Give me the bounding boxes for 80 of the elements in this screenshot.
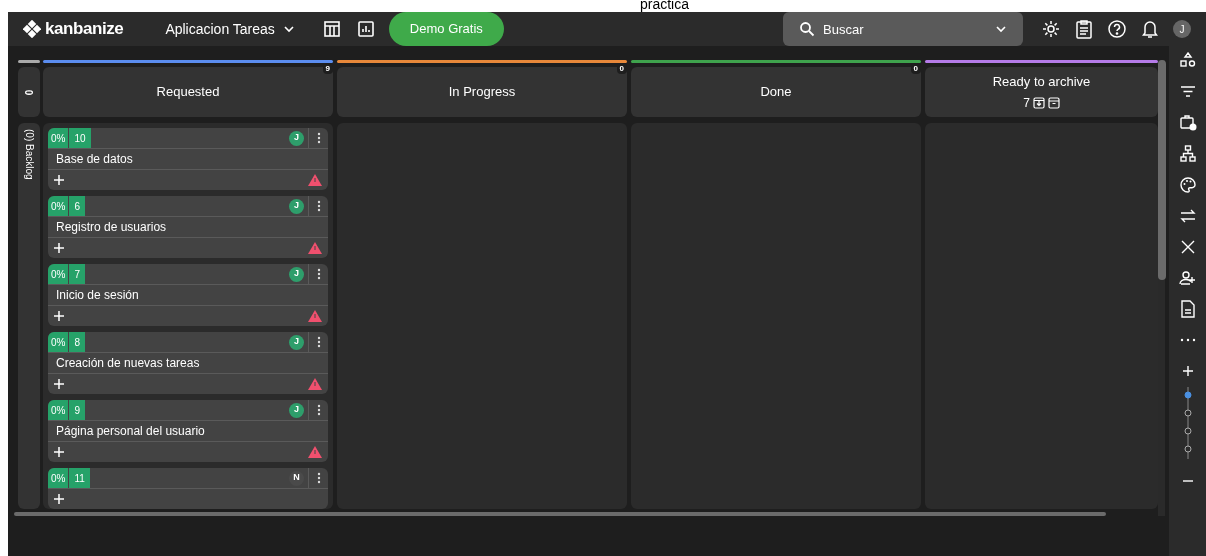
add-icon[interactable]	[54, 243, 64, 253]
card-title: Creación de nuevas tareas	[56, 355, 200, 372]
card-title: Inicio de sesión	[56, 287, 139, 304]
briefcase-clock-icon[interactable]	[1178, 114, 1197, 132]
backlog-count: 0	[22, 89, 36, 95]
column-title: Ready to archive	[992, 73, 1091, 92]
hierarchy-icon[interactable]	[1178, 145, 1197, 163]
more-icon[interactable]	[316, 200, 321, 212]
card-id: 10	[69, 128, 91, 148]
caret-icon	[282, 23, 295, 35]
progress-label: 0%	[48, 128, 70, 148]
progress-label: 0%	[48, 196, 70, 216]
card-id: 6	[69, 196, 85, 216]
card-id: 11	[69, 468, 90, 488]
task-card[interactable]: 0% 6 J Registro de usuarios	[48, 196, 328, 258]
assignee-avatar: N	[289, 470, 304, 486]
more-icon[interactable]	[316, 132, 321, 144]
add-user-icon[interactable]	[1178, 269, 1197, 287]
more-icon[interactable]	[316, 472, 321, 484]
progress-label: 0%	[48, 264, 70, 284]
add-icon[interactable]	[54, 494, 64, 504]
card-count: 0	[910, 63, 921, 74]
task-card[interactable]: 0% 7 J Inicio de sesión	[48, 264, 328, 326]
add-icon[interactable]	[54, 175, 64, 185]
task-card[interactable]: 0% 9 J Página personal del usuario	[48, 400, 328, 462]
assignee-avatar: J	[289, 402, 304, 418]
card-count: 0	[616, 63, 627, 74]
assignee-avatar: J	[289, 266, 304, 282]
assignee-avatar: J	[289, 334, 304, 350]
column-title: In Progress	[448, 83, 516, 102]
shapes-icon[interactable]	[1178, 52, 1197, 70]
progress-label: 0%	[48, 468, 70, 488]
help-icon[interactable]	[1107, 19, 1127, 39]
progress-label: 0%	[48, 332, 70, 352]
task-card[interactable]: 0% 11 N	[48, 468, 328, 509]
document-icon[interactable]	[1178, 300, 1197, 318]
card-id: 9	[69, 400, 85, 420]
archived-count: 7	[1023, 94, 1030, 112]
card-title: Base de datos	[56, 151, 133, 168]
swap-icon[interactable]	[1178, 207, 1197, 225]
archive-download-icon[interactable]	[1032, 96, 1045, 109]
settings-icon[interactable]	[1041, 19, 1061, 39]
table-icon[interactable]	[322, 20, 341, 38]
board-selector[interactable]: Aplicacion Tareas	[161, 18, 299, 40]
progress-label: 0%	[48, 400, 70, 420]
card-id: 8	[69, 332, 85, 352]
column-header[interactable]: Ready to archive 7	[925, 67, 1158, 117]
archive-icon[interactable]	[1047, 96, 1060, 109]
chart-icon[interactable]	[356, 20, 375, 38]
add-icon[interactable]	[54, 379, 64, 389]
task-card[interactable]: 0% 10 J Base de datos	[48, 128, 328, 190]
backlog-label: (0) Backlog	[22, 129, 36, 182]
more-icon[interactable]	[316, 336, 321, 348]
caret-icon	[995, 23, 1007, 35]
card-title: Registro de usuarios	[56, 219, 167, 236]
user-avatar[interactable]: J	[1173, 20, 1191, 38]
palette-icon[interactable]	[1178, 176, 1197, 194]
zoom-slider-drawing[interactable]	[1182, 387, 1193, 459]
clipboard-icon[interactable]	[1075, 19, 1093, 39]
horizontal-scrollbar[interactable]	[14, 512, 1106, 516]
column-color-bar	[18, 60, 40, 63]
more-icon[interactable]	[316, 268, 321, 280]
logo[interactable]: kanbanize	[45, 16, 124, 42]
card-title: Página personal del usuario	[56, 423, 205, 440]
logo-icon	[23, 20, 41, 38]
bell-icon[interactable]	[1141, 19, 1159, 39]
column-title: Done	[760, 83, 792, 102]
add-icon[interactable]	[54, 447, 64, 457]
search-icon	[799, 21, 815, 37]
vertical-scrollbar[interactable]	[1158, 60, 1166, 280]
assignee-avatar: J	[289, 130, 304, 146]
add-icon[interactable]	[54, 311, 64, 321]
search-field[interactable]: Buscar	[783, 12, 1023, 46]
backlog-lane[interactable]: (0) Backlog	[18, 123, 40, 509]
task-card[interactable]: 0% 8 J Creación de nuevas tareas	[48, 332, 328, 394]
assignee-avatar: J	[289, 198, 304, 214]
column-title: Requested	[156, 83, 220, 102]
card-id: 7	[69, 264, 85, 284]
more-icon[interactable]	[316, 404, 321, 416]
card-count: 9	[322, 63, 333, 74]
